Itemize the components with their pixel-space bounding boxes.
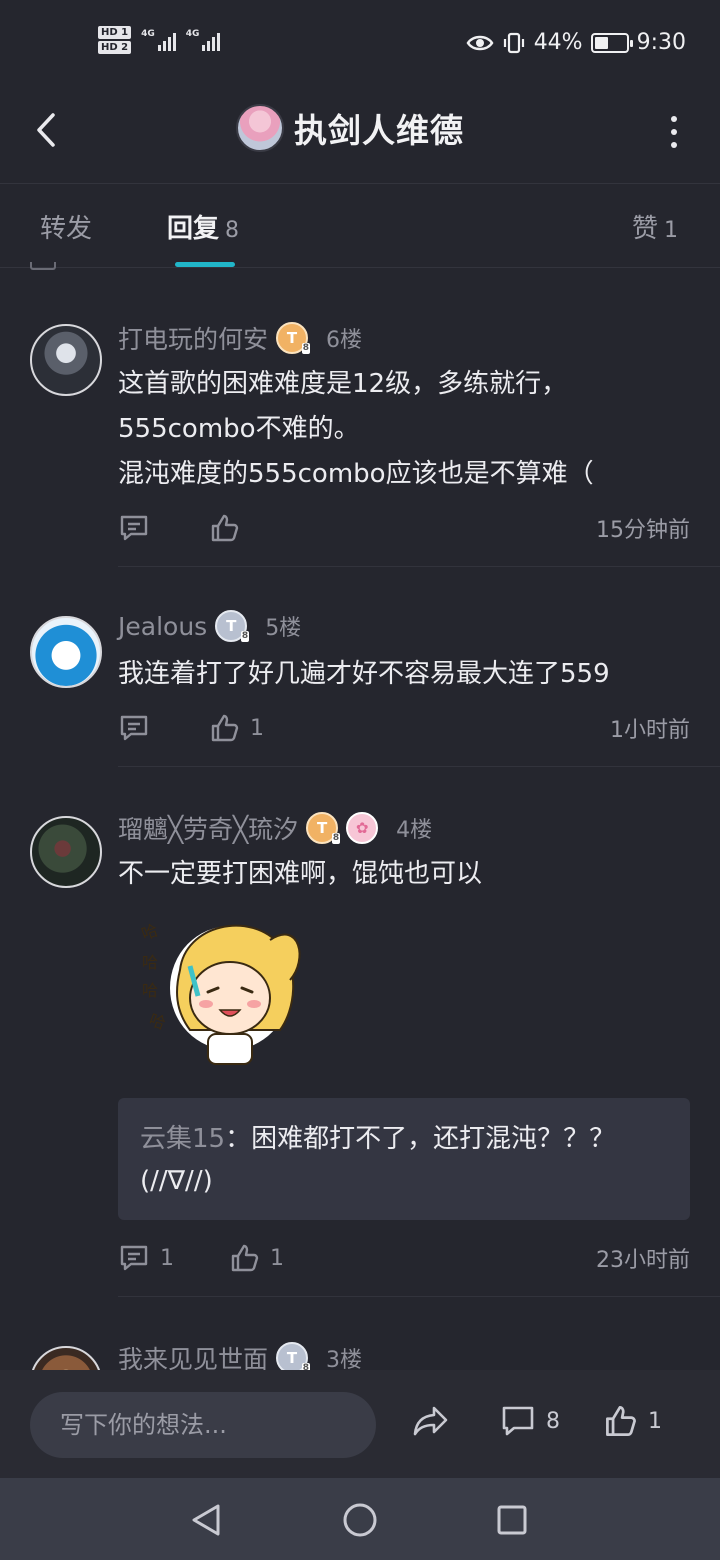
floor-number: 5楼 [265,616,302,641]
comment-icon [502,1406,534,1436]
floor-number: 6楼 [326,328,363,353]
like-count: 1 [270,1245,284,1271]
username[interactable]: 瑠魑╳劳奇╳琉汐 [118,810,298,846]
vibrate-icon [503,32,524,53]
comment-time: 15分钟前 [596,518,690,543]
comment-text: 这首歌的困难难度是12级，多练就行， 555combo不难的。 混沌难度的555… [118,369,594,489]
reply-button[interactable] [118,513,210,543]
eye-icon [466,35,494,50]
divider [118,766,720,767]
comment-text: 我连着打了好几遍才好不容易最大连了559 [118,659,610,689]
truncated-icon [30,262,56,270]
bunny-badge-icon: ✿ [346,812,379,844]
battery-icon [590,32,633,53]
author-avatar[interactable] [236,104,284,152]
top-app-bar: 执剑人维德 [0,84,720,184]
like-count: 1 [648,1408,662,1434]
like-count: 1 [250,715,264,741]
username[interactable]: 打电玩的何安 [118,320,268,356]
comment-count: 8 [546,1408,560,1434]
thumbs-up-icon [211,714,239,742]
svg-text:哈: 哈 [142,953,158,972]
share-button[interactable] [412,1404,450,1438]
nav-back-button[interactable] [188,1502,224,1538]
comment-time: 1小时前 [610,718,690,743]
bottom-action-bar: 写下你的想法... 8 1 [0,1370,720,1478]
share-icon [413,1406,448,1436]
level-badge: T8 [306,812,341,844]
status-left: HD 1 HD 2 4G 4G [98,26,221,54]
author-title[interactable]: 执剑人维德 [236,104,464,152]
like-button[interactable] [210,513,240,543]
thumbs-up-icon [231,1244,259,1272]
like-button[interactable]: 1 [210,713,264,743]
comment-button[interactable]: 8 [500,1404,560,1438]
svg-text:哈: 哈 [147,1010,169,1033]
circle-home-icon [343,1503,377,1537]
level-badge: T8 [276,322,311,354]
reply-count: 8 [225,218,240,243]
reply-button[interactable]: 1 [118,1243,230,1273]
signal-icon: 4G [141,29,176,51]
tab-repost[interactable]: 转发 [40,208,92,245]
avatar[interactable] [30,816,102,888]
more-options-button[interactable] [664,112,684,152]
divider [118,566,720,567]
quoted-username[interactable]: 云集15 [140,1124,225,1154]
comment-icon [120,715,148,741]
hd2-indicator: HD 2 [98,41,132,54]
thumbs-up-icon [211,514,239,542]
tab-reply[interactable]: 回复 8 [167,208,239,245]
tab-like[interactable]: 赞1 [632,208,678,245]
like-count: 1 [664,218,678,243]
divider [118,1296,720,1297]
status-bar: HD 1 HD 2 4G 4G 44% 9:30 [0,0,720,84]
comment-icon [120,515,148,541]
reply-count: 1 [160,1245,174,1271]
svg-text:哈: 哈 [139,920,161,943]
nav-home-button[interactable] [342,1502,378,1538]
username[interactable]: Jealous [118,612,207,641]
triangle-back-icon [192,1504,220,1536]
square-recents-icon [497,1505,527,1535]
thumbs-up-icon [606,1406,636,1436]
level-badge: T8 [215,610,250,642]
quoted-reply[interactable]: 云集15：困难都打不了，还打混沌？？？ (//∇//) [118,1098,690,1220]
page-title: 执剑人维德 [294,111,464,150]
clock: 9:30 [636,30,686,55]
comment-time: 23小时前 [596,1248,690,1273]
floor-number: 4楼 [396,818,433,843]
like-button[interactable]: 1 [230,1243,284,1273]
svg-text:哈: 哈 [142,981,158,1000]
battery-percent: 44% [533,30,583,55]
active-tab-indicator [175,262,235,267]
back-button[interactable] [26,110,66,150]
comment-input[interactable]: 写下你的想法... [30,1392,376,1458]
sticker-image[interactable]: 哈 哈 哈 哈 [130,900,310,1080]
status-right: 44% 9:30 [466,30,686,55]
nav-recents-button[interactable] [494,1502,530,1538]
tab-bar: 转发 回复 8 赞1 [0,184,720,268]
signal-icon: 4G [186,29,221,51]
avatar[interactable] [30,324,102,396]
reply-button[interactable] [118,713,210,743]
avatar[interactable] [30,616,102,688]
system-nav-bar [0,1478,720,1560]
comment-text: 不一定要打困难啊，馄饨也可以 [118,859,483,889]
comment-icon [120,1245,148,1271]
like-button[interactable]: 1 [604,1404,662,1438]
chevron-left-icon [37,113,55,147]
hd1-indicator: HD 1 [98,26,132,39]
